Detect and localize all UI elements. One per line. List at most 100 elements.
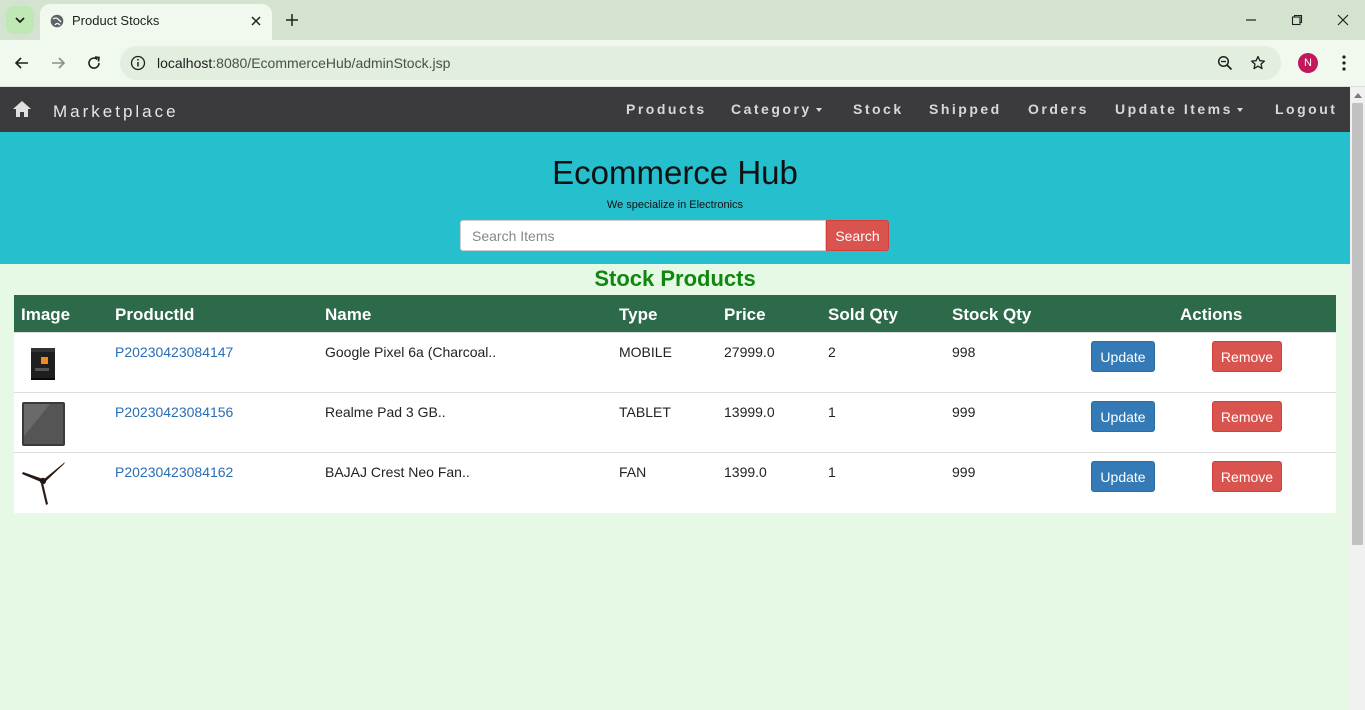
- product-price: 1399.0: [724, 464, 767, 480]
- scroll-up-button[interactable]: [1350, 89, 1365, 101]
- column-header-actions: Actions: [1180, 305, 1243, 324]
- back-button[interactable]: [10, 51, 34, 75]
- restore-icon: [1291, 14, 1303, 26]
- nav-products[interactable]: Products: [626, 101, 707, 117]
- zoom-out-icon: [1217, 55, 1233, 71]
- new-tab-button[interactable]: [282, 10, 302, 30]
- close-icon: [1337, 14, 1349, 26]
- caret-down-icon: [1236, 108, 1243, 113]
- column-header-stock-qty: Stock Qty: [952, 305, 1032, 324]
- product-type: MOBILE: [619, 344, 672, 360]
- table-row: P20230423084147 Google Pixel 6a (Charcoa…: [14, 332, 1336, 392]
- site-tagline: We specialize in Electronics: [606, 199, 744, 211]
- tablet-thumbnail: [22, 402, 65, 446]
- forward-button[interactable]: [46, 51, 70, 75]
- column-header-image: Image: [21, 305, 71, 324]
- product-price: 13999.0: [724, 404, 775, 420]
- reload-icon: [88, 56, 100, 69]
- hero-banner: Ecommerce Hub We specialize in Electroni…: [0, 132, 1350, 264]
- nav-category-label: Category: [731, 101, 812, 117]
- arrow-left-icon: [14, 57, 28, 69]
- column-header-type: Type: [619, 305, 658, 324]
- nav-category[interactable]: Category: [731, 101, 822, 117]
- plus-icon: [286, 14, 298, 26]
- remove-button[interactable]: Remove: [1212, 401, 1282, 432]
- page-scrollbar[interactable]: [1350, 87, 1365, 710]
- column-header-sold-qty: Sold Qty: [828, 305, 898, 324]
- close-tab-button[interactable]: [248, 13, 264, 29]
- scrollbar-thumb[interactable]: [1352, 103, 1363, 545]
- chevron-down-icon: [15, 17, 25, 24]
- column-header-price: Price: [724, 305, 766, 324]
- product-type: TABLET: [619, 404, 671, 420]
- nav-shipped[interactable]: Shipped: [929, 101, 1002, 117]
- sold-qty: 2: [828, 344, 836, 360]
- nav-update-items-label: Update Items: [1115, 101, 1233, 117]
- address-bar[interactable]: localhost:8080/EcommerceHub/adminStock.j…: [120, 46, 1281, 80]
- minimize-button[interactable]: [1236, 8, 1266, 32]
- tab-search-button[interactable]: [6, 6, 34, 34]
- product-id-link[interactable]: P20230423084162: [115, 464, 233, 480]
- nav-logout[interactable]: Logout: [1275, 101, 1337, 117]
- url-text: localhost:8080/EcommerceHub/adminStock.j…: [157, 55, 450, 71]
- table-row: P20230423084156 Realme Pad 3 GB.. TABLET…: [14, 392, 1336, 452]
- caret-up-icon: [1353, 93, 1362, 98]
- remove-button[interactable]: Remove: [1212, 461, 1282, 492]
- globe-icon: [50, 14, 64, 28]
- column-header-name: Name: [325, 305, 372, 324]
- url-path: :8080/EcommerceHub/adminStock.jsp: [212, 55, 451, 71]
- url-host: localhost: [157, 55, 213, 71]
- update-button[interactable]: Update: [1091, 341, 1155, 372]
- tab-strip: Product Stocks: [0, 0, 1365, 40]
- more-vert-icon: [1342, 55, 1346, 71]
- search-input[interactable]: [460, 220, 826, 251]
- section-title: Stock Products: [594, 266, 756, 291]
- reload-button[interactable]: [82, 51, 106, 75]
- stock-qty: 999: [952, 404, 976, 420]
- page-viewport: Marketplace Products Category Stock Ship…: [0, 87, 1350, 710]
- bookmark-button[interactable]: [1248, 53, 1268, 73]
- sold-qty: 1: [828, 404, 836, 420]
- profile-avatar[interactable]: N: [1298, 53, 1318, 73]
- product-type: FAN: [619, 464, 647, 480]
- close-window-button[interactable]: [1328, 8, 1358, 32]
- product-name: Realme Pad 3 GB..: [325, 404, 446, 420]
- phone-box-thumbnail: [31, 348, 55, 380]
- browser-tab[interactable]: Product Stocks: [40, 4, 272, 40]
- update-button[interactable]: Update: [1091, 401, 1155, 432]
- zoom-button[interactable]: [1215, 53, 1235, 73]
- nav-orders[interactable]: Orders: [1028, 101, 1089, 117]
- product-name: BAJAJ Crest Neo Fan..: [325, 464, 470, 480]
- arrow-right-icon: [52, 57, 66, 69]
- minimize-icon: [1246, 19, 1256, 21]
- product-id-link[interactable]: P20230423084147: [115, 344, 233, 360]
- site-navbar: Marketplace Products Category Stock Ship…: [0, 87, 1350, 132]
- restore-button[interactable]: [1282, 8, 1312, 32]
- sold-qty: 1: [828, 464, 836, 480]
- update-button[interactable]: Update: [1091, 461, 1155, 492]
- home-icon[interactable]: [12, 99, 32, 119]
- product-price: 27999.0: [724, 344, 775, 360]
- caret-down-icon: [815, 108, 822, 113]
- product-name: Google Pixel 6a (Charcoal..: [325, 344, 497, 360]
- product-id-link[interactable]: P20230423084156: [115, 404, 233, 420]
- stock-qty: 999: [952, 464, 976, 480]
- table-header: Image ProductId Name Type Price Sold Qty…: [14, 295, 1336, 332]
- site-title: Ecommerce Hub: [552, 154, 798, 191]
- star-icon: [1250, 55, 1266, 70]
- nav-update-items[interactable]: Update Items: [1115, 101, 1243, 117]
- nav-stock[interactable]: Stock: [853, 101, 904, 117]
- search-button[interactable]: Search: [826, 220, 889, 251]
- stock-qty: 998: [952, 344, 976, 360]
- remove-button[interactable]: Remove: [1212, 341, 1282, 372]
- ceiling-fan-thumbnail: [22, 462, 65, 505]
- browser-toolbar: localhost:8080/EcommerceHub/adminStock.j…: [0, 40, 1365, 87]
- table-row: P20230423084162 BAJAJ Crest Neo Fan.. FA…: [14, 452, 1336, 513]
- browser-menu-button[interactable]: [1334, 53, 1354, 73]
- close-icon: [251, 16, 261, 26]
- column-header-productid: ProductId: [115, 305, 195, 324]
- tab-title: Product Stocks: [72, 13, 160, 28]
- site-info-button[interactable]: [128, 53, 148, 73]
- brand-link[interactable]: Marketplace: [53, 102, 179, 122]
- info-icon: [130, 55, 146, 71]
